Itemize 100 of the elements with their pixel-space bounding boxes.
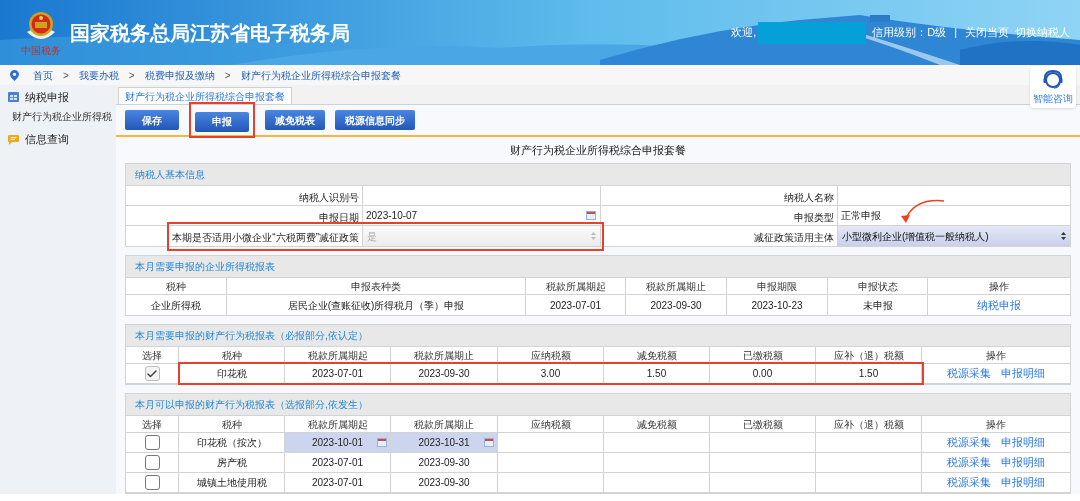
column-header: 减免税额 (636, 417, 677, 432)
column-header: 操作 (986, 348, 1006, 363)
column-header: 已缴税额 (742, 348, 783, 363)
column-header: 选择 (142, 417, 162, 432)
action-link[interactable]: 税源采集 (947, 365, 991, 382)
table-cell-text: 2023-09-30 (418, 456, 470, 470)
assistant-widget[interactable]: 智能咨询 (1030, 66, 1076, 108)
table-cell-text: 2023-07-01 (311, 456, 364, 470)
field-label: 申报日期 (319, 211, 359, 223)
calendar-icon[interactable] (484, 438, 494, 447)
table-cell-text: 2023-07-01 (311, 367, 364, 381)
sidebar-item[interactable]: 信息查询 (25, 130, 69, 148)
column-header: 选择 (142, 348, 162, 363)
table-cell-text: 企业所得税 (151, 298, 201, 313)
action-link[interactable]: 税源采集 (947, 434, 991, 451)
checkbox[interactable] (144, 435, 160, 450)
column-header: 应补（退）税额 (833, 417, 904, 432)
column-header: 税种 (166, 279, 186, 294)
column-header: 应纳税额 (530, 417, 571, 432)
column-header: 操作 (989, 279, 1009, 294)
date-field[interactable]: 2023-10-01 (285, 433, 391, 453)
dropdown-arrows-icon (1061, 232, 1066, 240)
column-header: 申报期限 (757, 279, 797, 294)
date-field[interactable]: 2023-10-31 (391, 433, 498, 453)
section-header: 纳税人基本信息 (126, 164, 1070, 186)
column-header: 税款所属期起 (545, 279, 606, 294)
field-value: 正常申报 (840, 209, 881, 223)
column-header: 税款所属期止 (646, 279, 706, 294)
page-title: 财产行为税企业所得税综合申报套餐 (510, 142, 686, 158)
action-link[interactable]: 申报明细 (1001, 365, 1045, 382)
column-header: 税款所属期止 (414, 348, 474, 363)
column-header: 税款所属期起 (307, 348, 368, 363)
table-cell-text: 城镇土地使用税 (196, 476, 267, 490)
tab[interactable]: 财产行为税企业所得税综合申报套餐 (118, 87, 292, 104)
column-header: 应补（退）税额 (833, 348, 904, 363)
date-field[interactable]: 2023-10-07 (366, 208, 418, 223)
column-header: 税种 (221, 348, 242, 363)
breadcrumb-link[interactable]: 我要办税 (78, 67, 119, 83)
table-cell-text: 1.50 (858, 367, 879, 381)
column-header: 税款所属期止 (414, 417, 474, 432)
breadcrumb-separator: > (224, 68, 231, 83)
logo-caption: 中国税务 (21, 45, 61, 56)
column-header: 申报表种类 (351, 279, 401, 294)
calendar-icon[interactable] (377, 438, 387, 447)
table-cell-text: 0.00 (752, 367, 773, 381)
checkbox[interactable] (144, 366, 160, 381)
field-label: 申报类型 (794, 211, 834, 223)
breadcrumb-link[interactable]: 税费申报及缴纳 (144, 67, 215, 83)
action-link[interactable]: 申报明细 (1001, 454, 1045, 471)
field-label: 减征政策适用主体 (754, 232, 834, 243)
welcome-text: 欢迎, (731, 25, 757, 41)
field-label: 纳税人识别号 (299, 191, 359, 203)
field-label: 本期是否适用小微企业“六税两费”减征政策 (172, 232, 359, 243)
table-cell-text: 2023-10-23 (751, 298, 803, 313)
chat-bubble-icon (8, 133, 19, 145)
site-title: 国家税务总局江苏省电子税务局 (70, 20, 350, 46)
section-header: 本月需要申报的财产行为税报表（必报部分,依认定） (126, 325, 1070, 347)
action-link[interactable]: 申报明细 (1001, 434, 1045, 451)
toolbar-button[interactable]: 税源信息同步 (335, 110, 415, 130)
table-cell-text: 3.00 (540, 367, 561, 381)
toolbar-button[interactable]: 申报 (195, 111, 249, 132)
table-cell-text: 1.50 (646, 367, 667, 381)
action-link[interactable]: 税源采集 (947, 454, 991, 471)
table-cell-text: 居民企业(查账征收)所得税月（季）申报 (287, 298, 465, 313)
table-cell-text: 2023-09-30 (418, 476, 470, 490)
breadcrumb-separator: > (63, 68, 69, 83)
table-cell-text: 未申报 (862, 298, 893, 313)
checkbox[interactable] (144, 455, 160, 470)
column-header: 申报状态 (857, 279, 898, 294)
action-link[interactable]: 申报明细 (1001, 474, 1045, 491)
headset-icon (1042, 69, 1064, 91)
checkbox[interactable] (144, 475, 160, 490)
calendar-icon[interactable] (586, 211, 596, 220)
table-cell-text: 印花税 (216, 367, 247, 381)
breadcrumb-separator: > (128, 68, 135, 83)
sidebar-item[interactable]: 纳税申报 (25, 88, 69, 106)
grid-icon (8, 92, 19, 102)
column-header: 应纳税额 (530, 348, 571, 363)
breadcrumb-link[interactable]: 首页 (33, 67, 53, 83)
table-cell-text: 房产税 (216, 456, 247, 470)
section-header: 本月需要申报的企业所得税报表 (126, 256, 1070, 278)
breadcrumb-link[interactable]: 财产行为税企业所得税综合申报套餐 (240, 67, 401, 83)
column-header: 减免税额 (636, 348, 677, 363)
sidebar-subitem[interactable]: 财产行为税企业所得税 (0, 109, 116, 124)
credit-level: 信用级别：D级 (872, 25, 947, 41)
table-cell-text: 2023-07-01 (311, 476, 364, 490)
separator-text: | (954, 25, 957, 41)
table-cell-text: 2023-09-30 (650, 298, 702, 313)
dropdown-arrows-icon (591, 232, 596, 240)
column-header: 操作 (986, 417, 1006, 432)
toolbar-button[interactable]: 保存 (125, 110, 179, 130)
column-header: 已缴税额 (742, 417, 783, 432)
column-header: 税款所属期起 (307, 417, 368, 432)
action-link[interactable]: 纳税申报 (977, 296, 1021, 314)
column-header: 税种 (221, 417, 242, 432)
field-label: 纳税人名称 (784, 191, 834, 203)
select-field[interactable]: 小型微利企业(增值税一般纳税人) (838, 226, 1070, 246)
action-link[interactable]: 税源采集 (947, 474, 991, 491)
toolbar-button[interactable]: 减免税表 (265, 110, 325, 130)
table-cell-text: 2023-09-30 (418, 367, 470, 381)
